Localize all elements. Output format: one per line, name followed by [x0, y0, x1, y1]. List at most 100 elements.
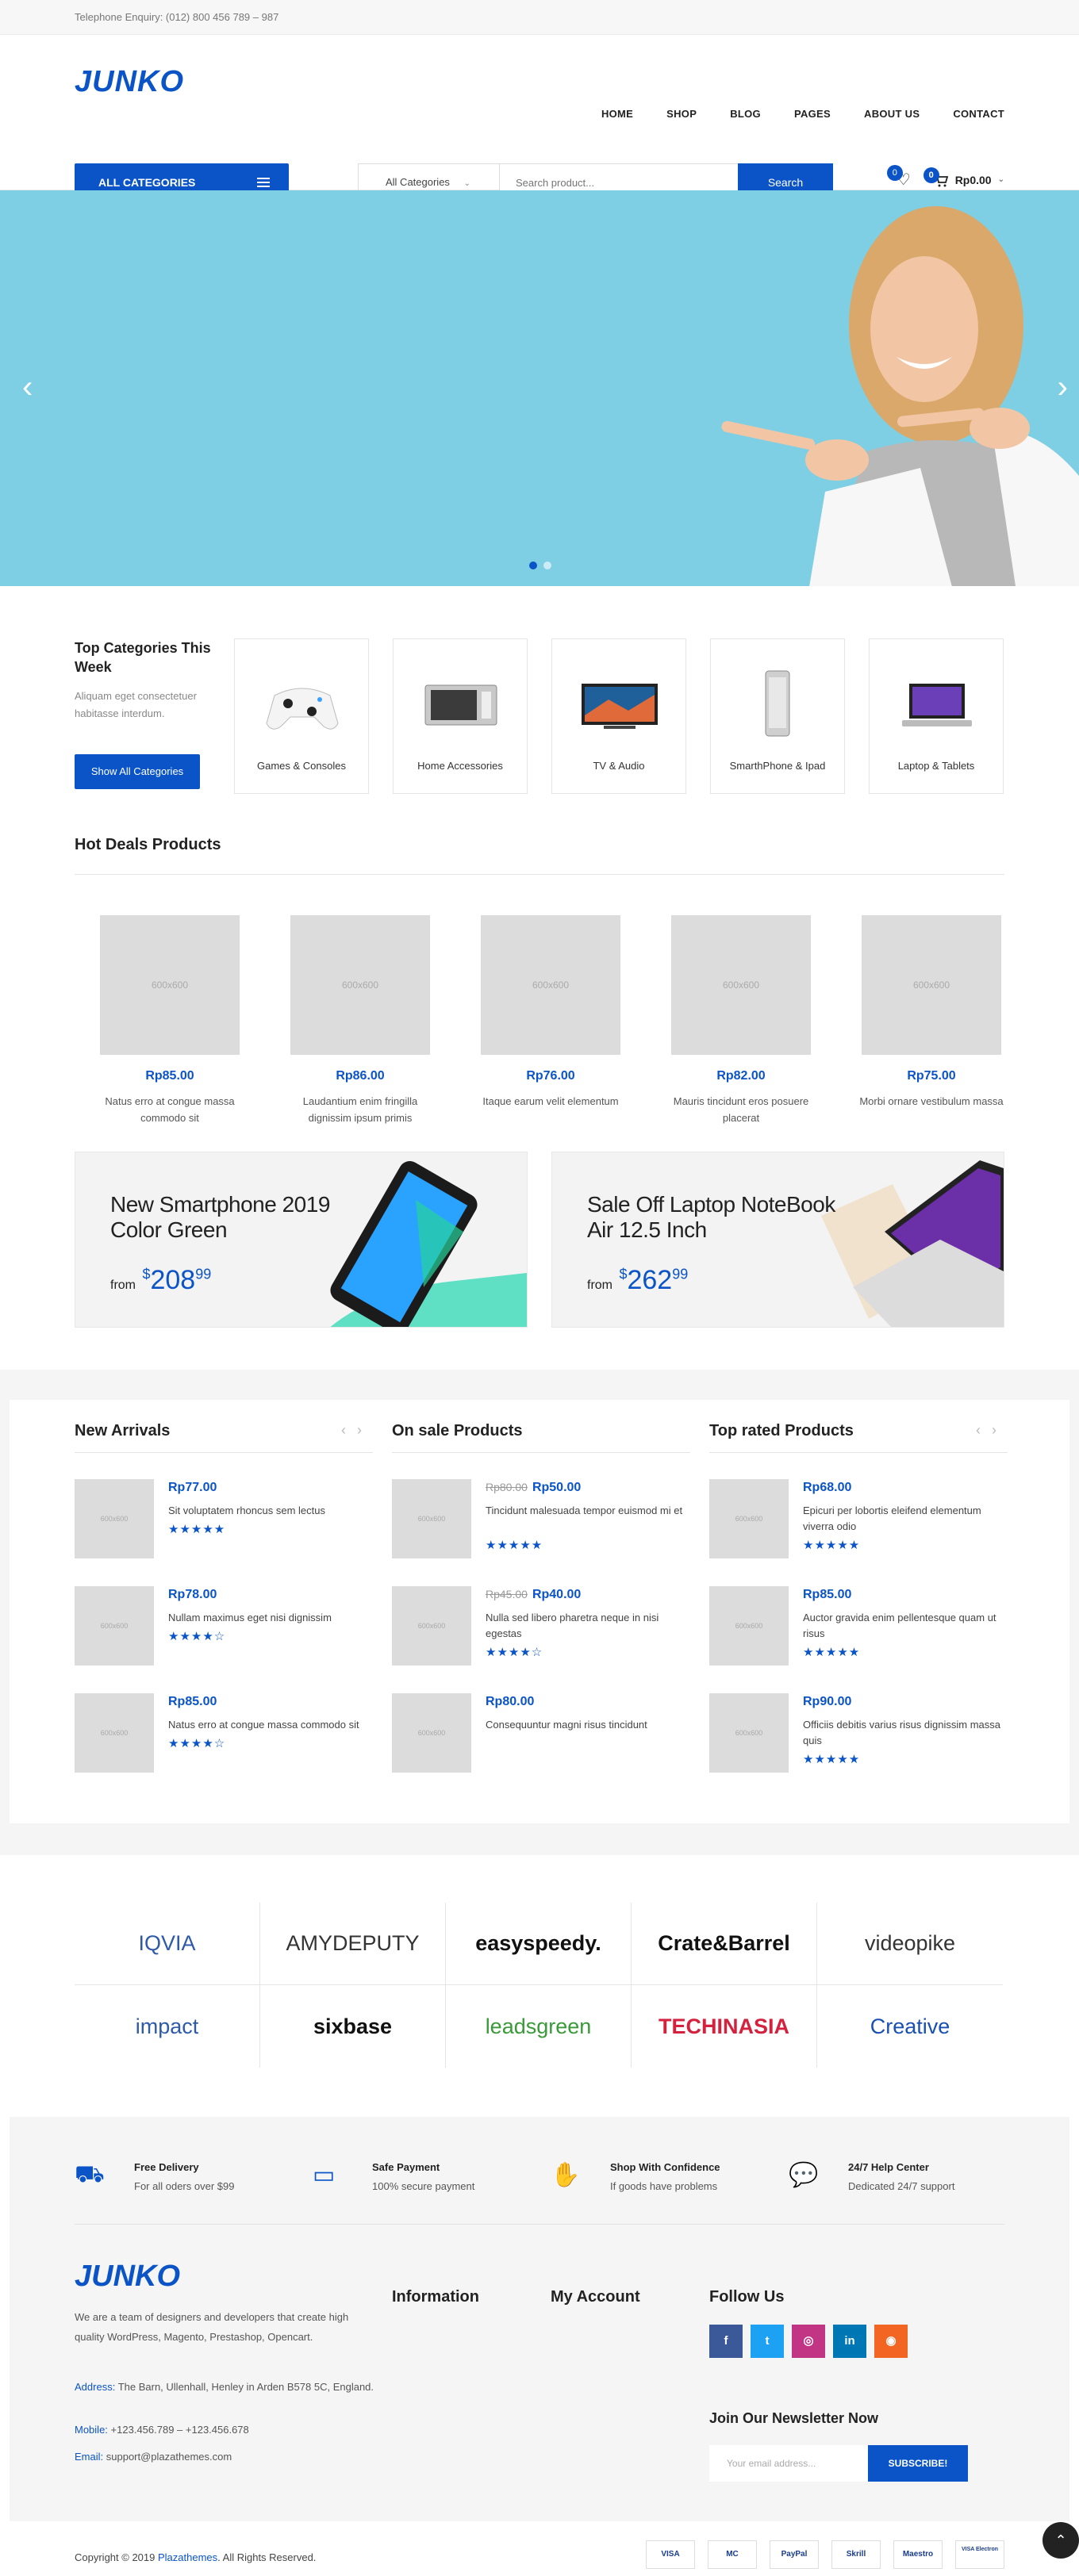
slider-next-button[interactable]: › [1058, 371, 1068, 403]
product-image[interactable]: 600x600 [290, 915, 430, 1055]
product-name[interactable]: Nulla sed libero pharetra neque in nisi … [486, 1610, 689, 1642]
brand-logo[interactable]: leadsgreen [446, 1985, 632, 2068]
product-card[interactable]: 600x600 Rp85.00 Natus erro at congue mas… [75, 915, 265, 1126]
rss-icon[interactable]: ◉ [874, 2325, 908, 2358]
chevron-right-icon[interactable]: › [357, 1422, 373, 1438]
linkedin-icon[interactable]: in [833, 2325, 866, 2358]
brand-logo[interactable]: Creative [817, 1985, 1003, 2068]
mini-product[interactable]: 600x600 Rp90.00 Officiis debitis varius ri… [709, 1693, 1008, 1773]
chevron-down-icon: ⌄ [463, 179, 470, 188]
mini-product[interactable]: 600x600 Rp45.00 Rp40.00 Nulla sed libero ph… [392, 1586, 690, 1666]
product-thumbnail[interactable]: 600x600 [392, 1693, 471, 1773]
brand-logo[interactable]: TECHINASIA [632, 1985, 817, 2068]
category-laptop-tablets[interactable]: Laptop & Tablets [869, 638, 1004, 794]
slider-dot-2[interactable] [543, 562, 551, 569]
product-name[interactable]: Tincidunt malesuada tempor euismod mi et [486, 1503, 689, 1519]
product-name[interactable]: Consequuntur magni risus tincidunt [486, 1717, 689, 1733]
newsletter-email-input[interactable]: Your email address... [709, 2445, 868, 2482]
brand-logo[interactable]: IQVIA [75, 1903, 260, 1985]
product-name[interactable]: Auctor gravida enim pellentesque quam ut… [803, 1610, 1006, 1642]
nav-contact[interactable]: CONTACT [953, 108, 1004, 120]
site-logo[interactable]: JUNKO [75, 65, 184, 99]
plazathemes-link[interactable]: Plazathemes [158, 2551, 217, 2563]
cart-button[interactable]: 0 Rp0.00 ⌄ [923, 167, 1004, 188]
nav-about-us[interactable]: ABOUT US [864, 108, 920, 120]
product-name[interactable]: Laudantium enim fringilla dignissim ipsu… [265, 1093, 455, 1126]
product-card[interactable]: 600x600 Rp82.00 Mauris tincidunt eros po… [646, 915, 836, 1126]
nav-home[interactable]: HOME [601, 108, 633, 120]
mini-product[interactable]: 600x600 Rp85.00 Natus erro at congue massa… [75, 1693, 373, 1773]
mini-product[interactable]: 600x600 Rp78.00 Nullam maximus eget nisi d… [75, 1586, 373, 1666]
category-label: TV & Audio [593, 760, 645, 772]
product-image[interactable]: 600x600 [862, 915, 1001, 1055]
slider-dot-1[interactable] [529, 562, 537, 569]
product-image[interactable]: 600x600 [671, 915, 811, 1055]
category-home-accessories[interactable]: Home Accessories [393, 638, 528, 794]
current-price: Rp80.00 [486, 1695, 535, 1708]
mini-product[interactable]: 600x600 Rp85.00 Auctor gravida enim pellen… [709, 1586, 1008, 1666]
product-price: Rp90.00 [803, 1695, 851, 1709]
category-smartphone-ipad[interactable]: SmarthPhone & Ipad [710, 638, 845, 794]
product-thumbnail[interactable]: 600x600 [709, 1586, 789, 1666]
product-name[interactable]: Natus erro at congue massa commodo sit [168, 1717, 371, 1733]
brand-logo[interactable]: AMYDEPUTY [260, 1903, 446, 1985]
chevron-left-icon[interactable]: ‹ [976, 1422, 992, 1438]
current-price: Rp85.00 [803, 1588, 852, 1601]
product-thumbnail[interactable]: 600x600 [75, 1479, 154, 1558]
mini-product[interactable]: 600x600 Rp77.00 Sit voluptatem rhoncus sem… [75, 1479, 373, 1558]
product-thumbnail[interactable]: 600x600 [75, 1693, 154, 1773]
product-thumbnail[interactable]: 600x600 [75, 1586, 154, 1666]
product-name[interactable]: Morbi ornare vestibulum massa [836, 1093, 1027, 1110]
product-name[interactable]: Natus erro at congue massa commodo sit [75, 1093, 265, 1126]
product-thumbnail[interactable]: 600x600 [709, 1479, 789, 1558]
slider-prev-button[interactable]: ‹ [22, 371, 33, 403]
product-name[interactable]: Mauris tincidunt eros posuere placerat [646, 1093, 836, 1126]
product-price: Rp75.00 [907, 1069, 956, 1083]
brand-logo[interactable]: videopike [817, 1903, 1003, 1985]
newsletter-heading: Join Our Newsletter Now [709, 2410, 879, 2426]
slider-dots [529, 562, 551, 569]
show-all-categories-button[interactable]: Show All Categories [75, 754, 200, 789]
product-card[interactable]: 600x600 Rp75.00 Morbi ornare vestibulum … [836, 915, 1027, 1110]
product-name[interactable]: Itaque earum velit elementum [455, 1093, 646, 1110]
all-categories-label: ALL CATEGORIES [98, 176, 196, 189]
product-card[interactable]: 600x600 Rp76.00 Itaque earum velit eleme… [455, 915, 646, 1110]
laptop-banner[interactable]: Sale Off Laptop NoteBook Air 12.5 Inch f… [551, 1152, 1004, 1328]
nav-shop[interactable]: SHOP [666, 108, 697, 120]
brand-logo[interactable]: easyspeedy. [446, 1903, 632, 1985]
subscribe-button[interactable]: SUBSCRIBE! [868, 2445, 968, 2482]
product-thumbnail[interactable]: 600x600 [392, 1586, 471, 1666]
brand-logo[interactable]: Crate&Barrel [632, 1903, 817, 1985]
product-thumbnail[interactable]: 600x600 [392, 1479, 471, 1558]
mini-product[interactable]: 600x600 Rp80.00 Rp50.00 Tincidunt malesuada… [392, 1479, 690, 1558]
category-games-consoles[interactable]: Games & Consoles [234, 638, 369, 794]
product-image[interactable]: 600x600 [100, 915, 240, 1055]
brand-logo[interactable]: impact [75, 1985, 260, 2068]
mini-product[interactable]: 600x600 Rp68.00 Epicuri per lobortis eleif… [709, 1479, 1008, 1558]
product-name[interactable]: Officiis debitis varius risus dignissim … [803, 1717, 1006, 1749]
category-tv-audio[interactable]: TV & Audio [551, 638, 686, 794]
product-thumbnail[interactable]: 600x600 [709, 1693, 789, 1773]
smartphone-banner[interactable]: New Smartphone 2019 Color Green from $20… [75, 1152, 528, 1328]
chevron-right-icon[interactable]: › [992, 1422, 1008, 1438]
twitter-icon[interactable]: t [751, 2325, 784, 2358]
footer-logo[interactable]: JUNKO [75, 2260, 180, 2294]
product-name[interactable]: Epicuri per lobortis eleifend elementum … [803, 1503, 1006, 1535]
facebook-icon[interactable]: f [709, 2325, 743, 2358]
footer-email[interactable]: Email: support@plazathemes.com [75, 2447, 376, 2467]
nav-pages[interactable]: PAGES [794, 108, 831, 120]
chevron-left-icon[interactable]: ‹ [341, 1422, 357, 1438]
product-card[interactable]: 600x600 Rp86.00 Laudantium enim fringill… [265, 915, 455, 1126]
banner-title: Sale Off Laptop NoteBook Air 12.5 Inch [587, 1192, 835, 1242]
product-name[interactable]: Nullam maximus eget nisi dignissim [168, 1610, 371, 1626]
wishlist-button[interactable]: 0 ♡ [886, 165, 911, 190]
brands-section: IQVIA AMYDEPUTY easyspeedy. Crate&Barrel vid… [75, 1855, 1004, 2117]
back-to-top-button[interactable]: ⌃ [1043, 2522, 1079, 2559]
nav-blog[interactable]: BLOG [730, 108, 761, 120]
instagram-icon[interactable]: ◎ [792, 2325, 825, 2358]
brand-logo[interactable]: sixbase [260, 1985, 446, 2068]
mini-product[interactable]: 600x600 Rp80.00 Consequuntur magni risus t… [392, 1693, 690, 1773]
product-name[interactable]: Sit voluptatem rhoncus sem lectus [168, 1503, 371, 1519]
product-image[interactable]: 600x600 [481, 915, 620, 1055]
cart-total: Rp0.00 [954, 173, 992, 186]
